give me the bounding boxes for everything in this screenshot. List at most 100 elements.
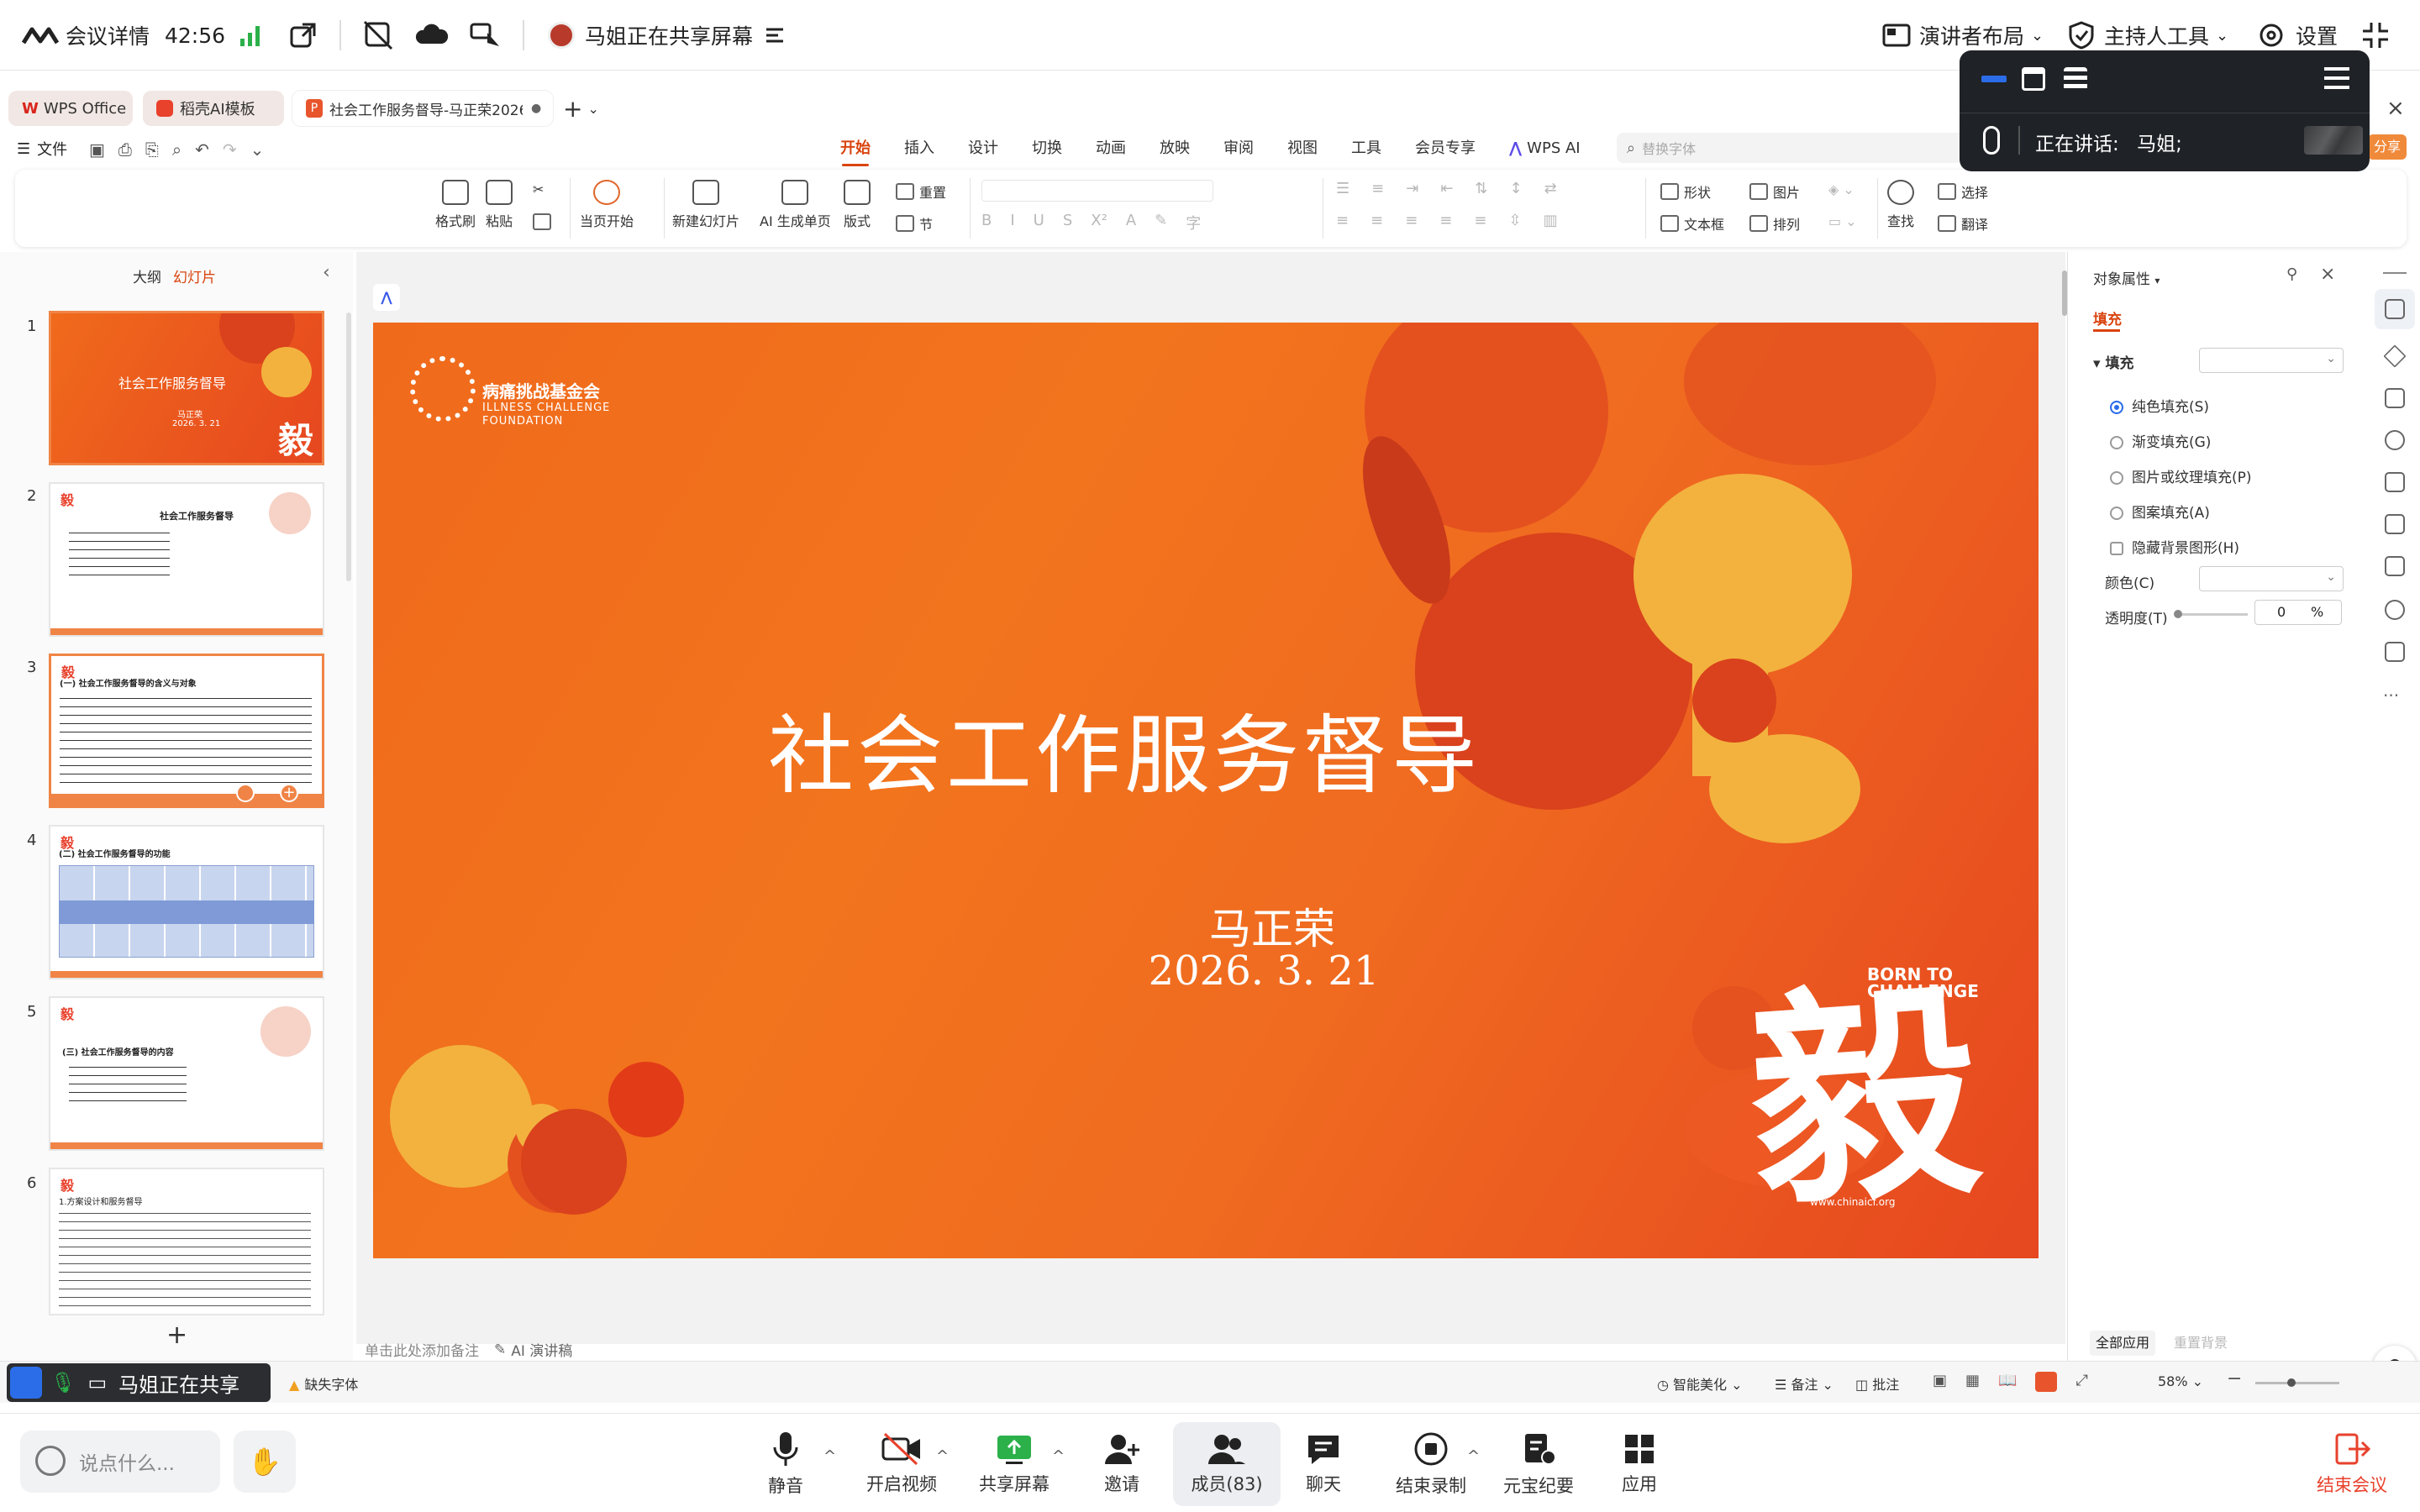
minimize-icon[interactable] bbox=[1981, 76, 2007, 82]
invite-button[interactable]: 邀请 bbox=[1072, 1422, 1171, 1506]
zoom-out-icon[interactable]: − bbox=[2227, 1368, 2242, 1389]
pin-icon[interactable]: ⚲ bbox=[2286, 265, 2297, 283]
grid-view-icon[interactable] bbox=[2064, 67, 2087, 91]
unsaved-dot-icon[interactable]: ● bbox=[531, 102, 541, 115]
export-pdf-icon[interactable]: ⎙ bbox=[118, 139, 132, 160]
tab-slideshow[interactable]: 放映 bbox=[1143, 134, 1207, 163]
section-button[interactable]: 节 bbox=[896, 213, 933, 234]
outdent-icon[interactable]: ⇤ bbox=[1440, 180, 1453, 197]
slide-title[interactable]: 社会工作服务督导 bbox=[768, 687, 1481, 811]
bold-icon[interactable]: B bbox=[981, 212, 992, 234]
mute-button[interactable]: 静音 bbox=[736, 1422, 835, 1506]
picture-button[interactable]: 图片 bbox=[1749, 181, 1800, 202]
line-spacing-icon[interactable]: ↕ bbox=[1510, 180, 1523, 197]
share-options-chevron[interactable]: ^ bbox=[1052, 1447, 1065, 1465]
comment-icon[interactable] bbox=[2385, 642, 2405, 662]
tab-insert[interactable]: 插入 bbox=[887, 134, 951, 163]
window-icon[interactable] bbox=[2022, 67, 2045, 91]
fill-tab[interactable]: 填充 bbox=[2093, 307, 2122, 328]
text-direction-icon[interactable]: ⇅ bbox=[1475, 180, 1487, 197]
color-select[interactable]: ⌄ bbox=[2199, 566, 2344, 591]
new-slide-button[interactable]: 新建幻灯片 bbox=[672, 180, 739, 230]
summary-button[interactable]: 元宝纪要 bbox=[1489, 1422, 1588, 1506]
add-slide-icon[interactable]: + bbox=[280, 784, 298, 802]
textbox-button[interactable]: 文本框 bbox=[1660, 213, 1724, 234]
mute-options-chevron[interactable]: ^ bbox=[823, 1447, 836, 1465]
slide-thumbnail-2[interactable]: 毅 社会工作服务督导 bbox=[49, 482, 324, 637]
tab-design[interactable]: 设计 bbox=[951, 134, 1015, 163]
record-options-chevron[interactable]: ^ bbox=[1467, 1447, 1480, 1465]
notes-placeholder[interactable]: 单击此处添加备注 bbox=[365, 1339, 479, 1360]
more-icon[interactable]: ··· bbox=[2383, 685, 2399, 706]
share-screen-button[interactable]: 共享屏幕 bbox=[965, 1422, 1064, 1506]
columns-icon[interactable]: ▥ bbox=[1544, 212, 1558, 229]
star-icon[interactable] bbox=[2383, 344, 2407, 368]
char-spacing-icon[interactable]: 字 bbox=[1186, 212, 1201, 234]
sharing-badge[interactable]: 🎙 ▭ 马姐正在共享 bbox=[7, 1363, 271, 1402]
comments-button[interactable]: ◫ 批注 bbox=[1855, 1373, 1899, 1394]
play-current-button[interactable]: 当页开始 bbox=[580, 180, 634, 230]
slide-thumbnail-3[interactable]: 毅 (一) 社会工作服务督导的含义与对象 + bbox=[49, 654, 324, 808]
reset-button[interactable]: 重置 bbox=[896, 181, 946, 202]
tab-review[interactable]: 审阅 bbox=[1207, 134, 1270, 163]
pane-title[interactable]: 对象属性 ▾ bbox=[2093, 267, 2160, 288]
undo-icon[interactable]: ↶ bbox=[195, 139, 209, 160]
chat-button[interactable]: 聊天 bbox=[1274, 1422, 1373, 1506]
zoom-level[interactable]: 58% ⌄ bbox=[2158, 1373, 2203, 1389]
sorter-view-icon[interactable]: ▦ bbox=[1965, 1372, 1980, 1392]
tab-tools[interactable]: 工具 bbox=[1334, 134, 1398, 163]
align-center-icon[interactable]: ≡ bbox=[1370, 212, 1383, 229]
ai-assistant-icon[interactable]: ⋀ bbox=[373, 284, 400, 311]
tab-wps-office[interactable]: W WPS Office bbox=[8, 91, 133, 126]
copy-icon[interactable] bbox=[533, 213, 551, 230]
image-edit-icon[interactable] bbox=[2385, 514, 2405, 534]
fill-section-header[interactable]: ▾ 填充 bbox=[2093, 351, 2133, 372]
fill-option-solid[interactable]: 纯色填充(S) bbox=[2110, 395, 2209, 416]
remote-control-icon[interactable] bbox=[469, 0, 502, 71]
print-preview-icon[interactable]: ⌕ bbox=[172, 139, 182, 160]
zoom-slider[interactable] bbox=[2255, 1378, 2339, 1387]
slide-thumbnail-1[interactable]: 社会工作服务督导 马正荣 2026. 3. 21 毅 bbox=[49, 311, 324, 465]
slideshow-icon[interactable] bbox=[2035, 1372, 2058, 1392]
bullets-icon[interactable]: ☰ bbox=[1336, 180, 1349, 197]
layout-dropdown[interactable]: 版式 bbox=[844, 180, 871, 230]
command-search[interactable]: ⌕ 替换字体 bbox=[1617, 133, 1970, 163]
indent-icon[interactable]: ⇥ bbox=[1406, 180, 1418, 197]
convert-icon[interactable]: ⇄ bbox=[1544, 180, 1557, 197]
notes-button[interactable]: ☰ 备注 ⌄ bbox=[1775, 1373, 1833, 1394]
justify-icon[interactable]: ≡ bbox=[1439, 212, 1452, 229]
tools-icon[interactable] bbox=[2385, 430, 2405, 450]
numbering-icon[interactable]: ≡ bbox=[1371, 180, 1384, 197]
tab-daoke-template[interactable]: 稻壳AI模板 bbox=[143, 91, 284, 126]
slide-thumbnail-5[interactable]: 毅 (三) 社会工作服务督导的内容 bbox=[49, 996, 324, 1151]
external-window-icon[interactable] bbox=[289, 0, 318, 71]
slide-thumbnail-4[interactable]: 毅 (二) 社会工作服务督导的功能 bbox=[49, 825, 324, 979]
file-menu[interactable]: ☰ 文件 bbox=[17, 138, 67, 160]
close-icon[interactable]: × bbox=[2320, 264, 2335, 285]
ai-image-icon[interactable] bbox=[2385, 472, 2405, 492]
thumb-action-icon[interactable] bbox=[236, 784, 255, 802]
collapse-pane-icon[interactable]: ‹ bbox=[323, 262, 330, 283]
tab-member[interactable]: 会员专享 bbox=[1398, 134, 1492, 163]
underline-icon[interactable]: U bbox=[1034, 212, 1044, 234]
list-icon[interactable] bbox=[765, 26, 785, 45]
raise-hand-icon[interactable]: ✋ bbox=[234, 1431, 296, 1493]
translate-button[interactable]: 翻译 bbox=[1938, 213, 1988, 234]
apps-button[interactable]: 应用 bbox=[1590, 1422, 1689, 1506]
fill-option-gradient[interactable]: 渐变填充(G) bbox=[2110, 430, 2211, 451]
tab-current-document[interactable]: P 社会工作服务督导-马正荣20260 ● bbox=[292, 91, 553, 126]
cloud-icon[interactable] bbox=[415, 0, 449, 71]
find-button[interactable]: 查找 bbox=[1887, 180, 1914, 230]
slide-thumbnail-6[interactable]: 毅 1.方案设计和服务督导 bbox=[49, 1168, 324, 1315]
meeting-details-button[interactable]: 会议详情 bbox=[22, 0, 150, 71]
add-slide-button[interactable]: + bbox=[166, 1320, 187, 1350]
help-icon[interactable] bbox=[2385, 600, 2405, 620]
transparency-slider[interactable] bbox=[2174, 610, 2248, 618]
tab-home[interactable]: 开始 bbox=[823, 134, 887, 166]
transparency-input[interactable]: 0 % bbox=[2254, 600, 2342, 625]
end-recording-button[interactable]: 结束录制 bbox=[1381, 1422, 1481, 1506]
apply-all-button[interactable]: 全部应用 bbox=[2090, 1331, 2155, 1356]
fill-color-icon[interactable]: ◈ ⌄ bbox=[1828, 181, 1854, 197]
outline-color-icon[interactable]: ▭ ⌄ bbox=[1828, 213, 1857, 229]
fill-type-select[interactable]: ⌄ bbox=[2199, 348, 2344, 373]
